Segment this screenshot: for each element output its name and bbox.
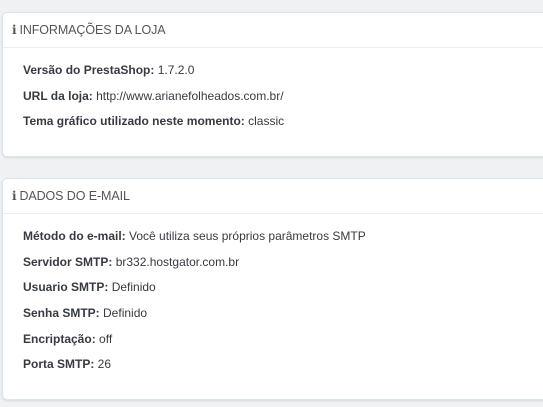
row-value: Você utiliza seus próprios parâmetros SM… — [129, 229, 366, 243]
email-info-panel: i DADOS DO E-MAIL Método do e-mail: Você… — [2, 178, 543, 400]
theme-row: Tema gráfico utilizado neste momento: cl… — [23, 112, 543, 138]
row-label: URL da loja: — [23, 88, 97, 103]
row-value: classic — [248, 114, 285, 129]
store-url-row: URL da loja: http://www.arianefolheados.… — [23, 87, 543, 113]
smtp-port-row: Porta SMTP: 26 — [23, 355, 543, 381]
row-label: Tema gráfico utilizado neste momento: — [23, 114, 249, 129]
info-icon: i — [12, 189, 17, 203]
email-method-row: Método do e-mail: Você utiliza seus próp… — [23, 227, 543, 253]
row-label: Servidor SMTP: — [23, 254, 116, 269]
row-value: off — [99, 331, 113, 346]
row-label: Encriptação: — [23, 331, 100, 346]
smtp-server-row: Servidor SMTP: br332.hostgator.com.br — [23, 253, 543, 279]
store-info-heading: i INFORMAÇÕES DA LOJA — [3, 13, 543, 48]
smtp-password-row: Senha SMTP: Definido — [23, 304, 543, 330]
row-value: Definido — [111, 280, 156, 295]
row-label: Versão do PrestaShop: — [23, 63, 158, 77]
store-info-body: Versão do PrestaShop: 1.7.2.0 URL da loj… — [3, 48, 543, 138]
email-info-body: Método do e-mail: Você utiliza seus próp… — [3, 214, 543, 381]
row-label: Porta SMTP: — [23, 357, 98, 372]
row-value: Definido — [103, 306, 148, 321]
row-label: Usuario SMTP: — [23, 280, 112, 295]
store-info-title: INFORMAÇÕES DA LOJA — [19, 23, 166, 37]
email-info-title: DADOS DO E-MAIL — [19, 189, 130, 203]
info-icon: i — [12, 23, 17, 37]
prestashop-version-row: Versão do PrestaShop: 1.7.2.0 — [23, 61, 543, 87]
row-label: Senha SMTP: — [23, 306, 104, 321]
email-info-heading: i DADOS DO E-MAIL — [3, 179, 543, 214]
row-value: 1.7.2.0 — [157, 63, 195, 77]
row-value: http://www.arianefolheados.com.br/ — [96, 88, 284, 103]
smtp-user-row: Usuario SMTP: Definido — [23, 278, 543, 304]
store-info-panel: i INFORMAÇÕES DA LOJA Versão do PrestaSh… — [2, 12, 543, 157]
row-value: 26 — [97, 357, 112, 372]
row-label: Método do e-mail: — [23, 229, 129, 243]
row-value: br332.hostgator.com.br — [115, 254, 240, 269]
encryption-row: Encriptação: off — [23, 330, 543, 356]
